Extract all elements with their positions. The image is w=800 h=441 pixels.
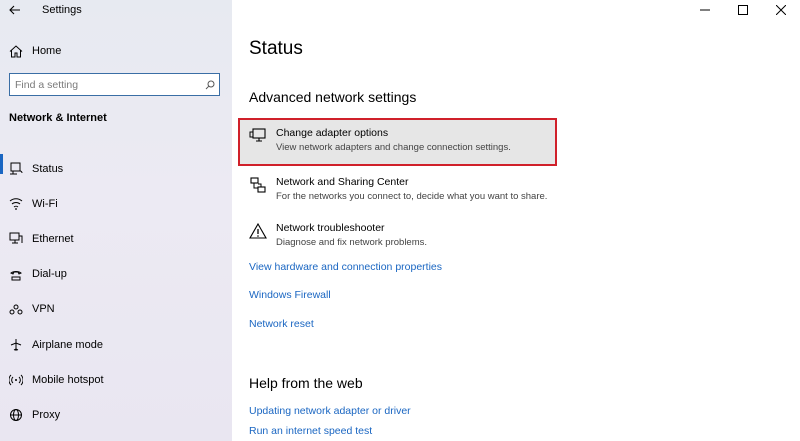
sidebar-item-label: VPN — [32, 303, 55, 316]
window-controls — [686, 0, 800, 20]
sidebar-item-label: Proxy — [32, 408, 61, 421]
vpn-icon — [0, 303, 32, 316]
monitor-icon — [240, 120, 276, 144]
home-icon — [0, 44, 32, 58]
sidebar: Settings Home Find a setting Network & I… — [0, 0, 232, 441]
sidebar-item-label: Airplane mode — [32, 338, 103, 351]
maximize-button[interactable] — [724, 0, 762, 20]
close-button[interactable] — [762, 0, 800, 20]
close-icon — [776, 5, 786, 15]
dialup-icon — [0, 268, 32, 281]
ethernet-icon — [0, 232, 32, 245]
sidebar-item-label: Mobile hotspot — [32, 373, 104, 386]
home-label: Home — [32, 45, 62, 57]
section-title: Network & Internet — [9, 112, 107, 124]
link-speed-test[interactable]: Run an internet speed test — [249, 425, 372, 437]
search-input[interactable]: Find a setting — [9, 73, 220, 96]
sharing-center-icon — [240, 169, 276, 195]
network-troubleshooter[interactable]: Network troubleshooter Diagnose and fix … — [240, 215, 555, 259]
warning-icon — [240, 215, 276, 239]
status-icon — [0, 162, 32, 176]
change-adapter-options[interactable]: Change adapter options View network adap… — [238, 118, 557, 166]
sidebar-item-vpn[interactable]: VPN — [0, 292, 232, 327]
network-sharing-center[interactable]: Network and Sharing Center For the netwo… — [240, 169, 555, 213]
airplane-icon — [0, 338, 32, 352]
sidebar-item-status[interactable]: Status — [0, 151, 232, 186]
sidebar-item-airplane-mode[interactable]: Airplane mode — [0, 327, 232, 362]
help-heading: Help from the web — [249, 375, 363, 391]
hotspot-icon — [0, 373, 32, 386]
sidebar-item-wifi[interactable]: Wi-Fi — [0, 186, 232, 221]
sidebar-item-proxy[interactable]: Proxy — [0, 397, 232, 432]
nav-list: Status Wi-Fi Ethernet Dial-up VPN Airpla… — [0, 151, 232, 433]
sidebar-item-label: Dial-up — [32, 268, 67, 281]
maximize-icon — [738, 5, 748, 15]
wifi-icon — [0, 197, 32, 211]
option-title: Change adapter options — [276, 127, 389, 139]
sidebar-item-home[interactable]: Home — [0, 40, 232, 62]
sidebar-item-mobile-hotspot[interactable]: Mobile hotspot — [0, 362, 232, 397]
sidebar-item-label: Ethernet — [32, 232, 74, 245]
page-title: Status — [249, 38, 303, 59]
minimize-icon — [700, 9, 710, 11]
link-network-reset[interactable]: Network reset — [249, 318, 314, 330]
sidebar-item-dialup[interactable]: Dial-up — [0, 257, 232, 292]
option-description: For the networks you connect to, decide … — [276, 191, 548, 202]
link-hardware-properties[interactable]: View hardware and connection properties — [249, 261, 442, 273]
minimize-button[interactable] — [686, 0, 724, 20]
titlebar: Settings — [0, 0, 232, 20]
sidebar-item-label: Wi-Fi — [32, 197, 58, 210]
option-description: Diagnose and fix network problems. — [276, 237, 428, 248]
link-windows-firewall[interactable]: Windows Firewall — [249, 289, 331, 301]
back-arrow-icon — [9, 5, 20, 15]
option-description: View network adapters and change connect… — [276, 142, 511, 153]
option-title: Network and Sharing Center — [276, 176, 409, 188]
link-updating-adapter-driver[interactable]: Updating network adapter or driver — [249, 405, 411, 417]
globe-icon — [0, 408, 32, 422]
back-button[interactable] — [0, 0, 30, 20]
app-title: Settings — [42, 4, 82, 16]
option-title: Network troubleshooter — [276, 222, 385, 234]
sidebar-item-ethernet[interactable]: Ethernet — [0, 221, 232, 256]
sidebar-item-label: Status — [32, 162, 64, 175]
advanced-network-heading: Advanced network settings — [249, 89, 417, 105]
search-icon[interactable] — [201, 80, 219, 90]
search-placeholder: Find a setting — [15, 78, 79, 91]
